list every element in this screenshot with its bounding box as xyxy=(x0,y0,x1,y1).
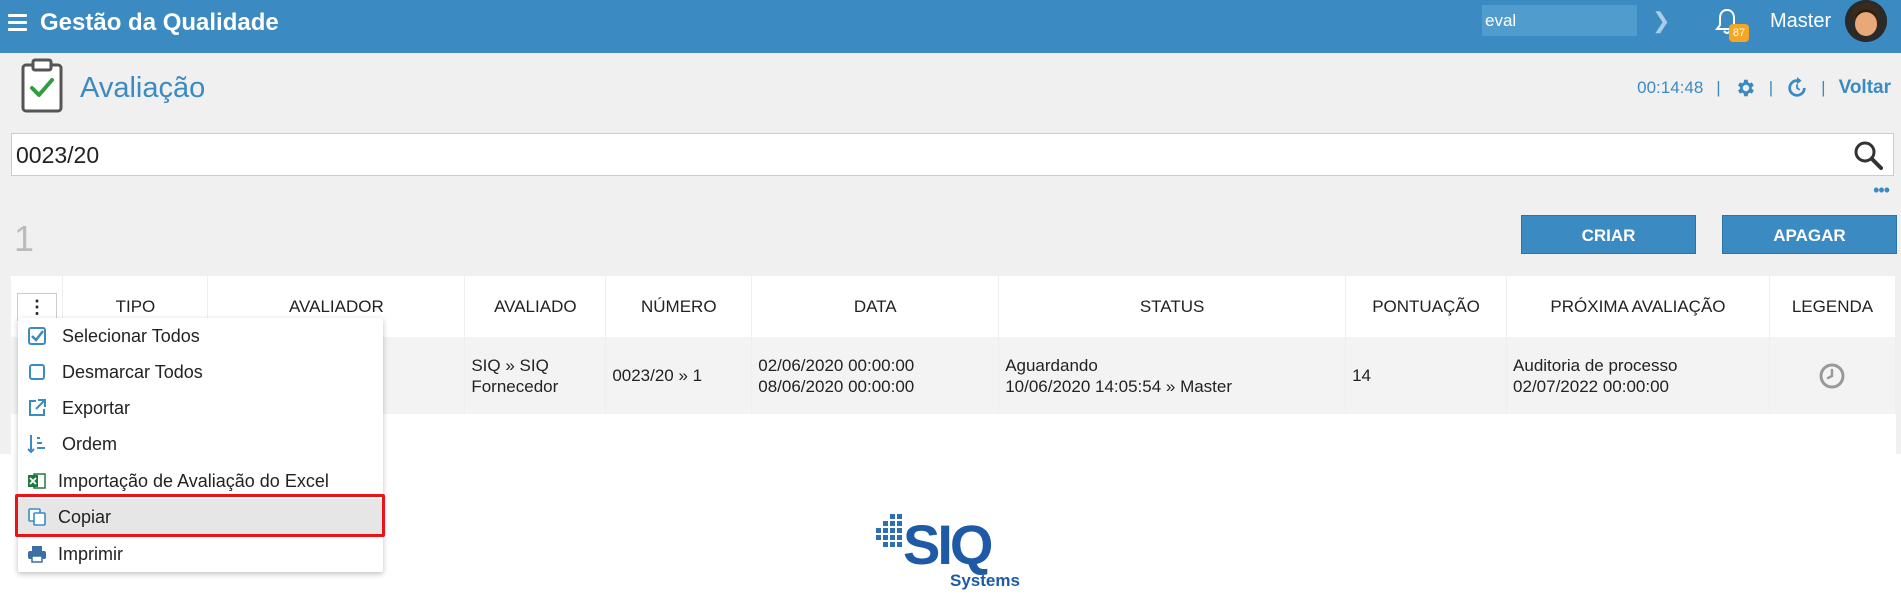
create-button[interactable]: CRIAR xyxy=(1521,215,1696,254)
proxima-line: 02/07/2022 00:00:00 xyxy=(1513,376,1670,396)
menu-item-label: Copiar xyxy=(58,506,112,527)
avaliado-line: SIQ » SIQ xyxy=(471,355,549,375)
kebab-menu-icon[interactable]: ⋮ xyxy=(17,292,57,321)
avatar[interactable] xyxy=(1845,0,1887,42)
menu-item-label: Importação de Avaliação do Excel xyxy=(58,470,329,491)
gear-icon[interactable] xyxy=(1734,77,1756,99)
menu-item-select-all[interactable]: Selecionar Todos xyxy=(18,318,383,354)
divider: | xyxy=(1768,78,1774,97)
cell-data: 02/06/2020 00:00:00 08/06/2020 00:00:00 xyxy=(751,337,1000,414)
checked-checkbox-icon xyxy=(26,325,48,347)
column-header[interactable]: DATA xyxy=(751,276,1000,337)
menu-item-order[interactable]: Ordem xyxy=(18,426,383,462)
menu-item-label: Imprimir xyxy=(58,543,123,564)
page-title: Avaliação xyxy=(80,72,206,104)
cell-numero: 0023/20 » 1 xyxy=(605,337,753,414)
menu-item-deselect-all[interactable]: Desmarcar Todos xyxy=(18,354,383,390)
search-icon[interactable] xyxy=(1853,140,1883,170)
user-name[interactable]: Master xyxy=(1770,10,1831,33)
menu-item-label: Selecionar Todos xyxy=(62,325,200,346)
status-line: 10/06/2020 14:05:54 » Master xyxy=(1005,376,1233,396)
divider: | xyxy=(1716,78,1721,97)
excel-icon xyxy=(26,470,48,492)
proxima-line: Auditoria de processo xyxy=(1513,355,1678,375)
chevron-right-icon[interactable]: ❯ xyxy=(1652,8,1670,34)
clock-icon xyxy=(1819,363,1845,388)
back-link[interactable]: Voltar xyxy=(1839,77,1891,99)
session-timer: 00:14:48 xyxy=(1637,78,1704,97)
cell-proxima: Auditoria de processo 02/07/2022 00:00:00 xyxy=(1506,337,1770,414)
app-title: Gestão da Qualidade xyxy=(40,9,279,36)
data-line: 02/06/2020 00:00:00 xyxy=(758,355,915,375)
refresh-icon[interactable] xyxy=(1786,77,1808,99)
empty-checkbox-icon xyxy=(26,361,48,383)
menu-item-label: Ordem xyxy=(62,433,118,454)
top-bar: Gestão da Qualidade ❯ 87 Master xyxy=(0,0,1901,53)
delete-button[interactable]: APAGAR xyxy=(1722,215,1897,254)
cell-status: Aguardando 10/06/2020 14:05:54 » Master xyxy=(998,337,1347,414)
notification-badge: 87 xyxy=(1729,24,1749,42)
cell-avaliado: SIQ » SIQ Fornecedor xyxy=(464,337,607,414)
search-bar xyxy=(11,133,1894,176)
more-options-icon[interactable]: ••• xyxy=(1873,180,1890,201)
sort-order-icon xyxy=(26,433,48,455)
svg-text:SIQ: SIQ xyxy=(903,513,992,576)
menu-item-export[interactable]: Exportar xyxy=(18,390,383,426)
divider: | xyxy=(1821,78,1826,97)
external-link-icon xyxy=(26,397,48,419)
column-header[interactable]: PONTUAÇÃO xyxy=(1345,276,1508,337)
avaliado-line: Fornecedor xyxy=(471,376,559,396)
column-header[interactable]: LEGENDA xyxy=(1769,276,1897,337)
column-header[interactable]: NÚMERO xyxy=(605,276,753,337)
clipboard-check-icon xyxy=(21,58,63,113)
siq-logo: SIQ Systems xyxy=(876,513,1020,590)
data-line: 08/06/2020 00:00:00 xyxy=(758,376,915,396)
status-line: Aguardando xyxy=(1005,355,1098,375)
column-header[interactable]: STATUS xyxy=(998,276,1347,337)
svg-text:Systems: Systems xyxy=(950,571,1020,590)
cell-legenda xyxy=(1769,337,1897,414)
menu-item-print[interactable]: Imprimir xyxy=(18,536,383,572)
menu-item-copy[interactable]: Copiar xyxy=(18,499,383,535)
menu-item-label: Desmarcar Todos xyxy=(62,361,203,382)
result-count: 1 xyxy=(14,218,35,259)
column-header[interactable]: AVALIADO xyxy=(464,276,607,337)
menu-item-import-excel[interactable]: Importação de Avaliação do Excel xyxy=(18,463,383,499)
cell-pontuacao: 14 xyxy=(1345,337,1508,414)
column-header[interactable]: PRÓXIMA AVALIAÇÃO xyxy=(1506,276,1770,337)
menu-item-label: Exportar xyxy=(62,397,131,418)
printer-icon xyxy=(26,543,48,565)
hamburger-menu-icon[interactable] xyxy=(8,14,27,31)
top-search-input[interactable] xyxy=(1482,5,1637,36)
copy-icon xyxy=(26,506,48,528)
search-input[interactable] xyxy=(16,140,1816,170)
actions-dropdown-menu: Selecionar Todos Desmarcar Todos Exporta… xyxy=(18,318,383,572)
header-actions: 00:14:48 | | | Voltar xyxy=(1637,77,1891,99)
